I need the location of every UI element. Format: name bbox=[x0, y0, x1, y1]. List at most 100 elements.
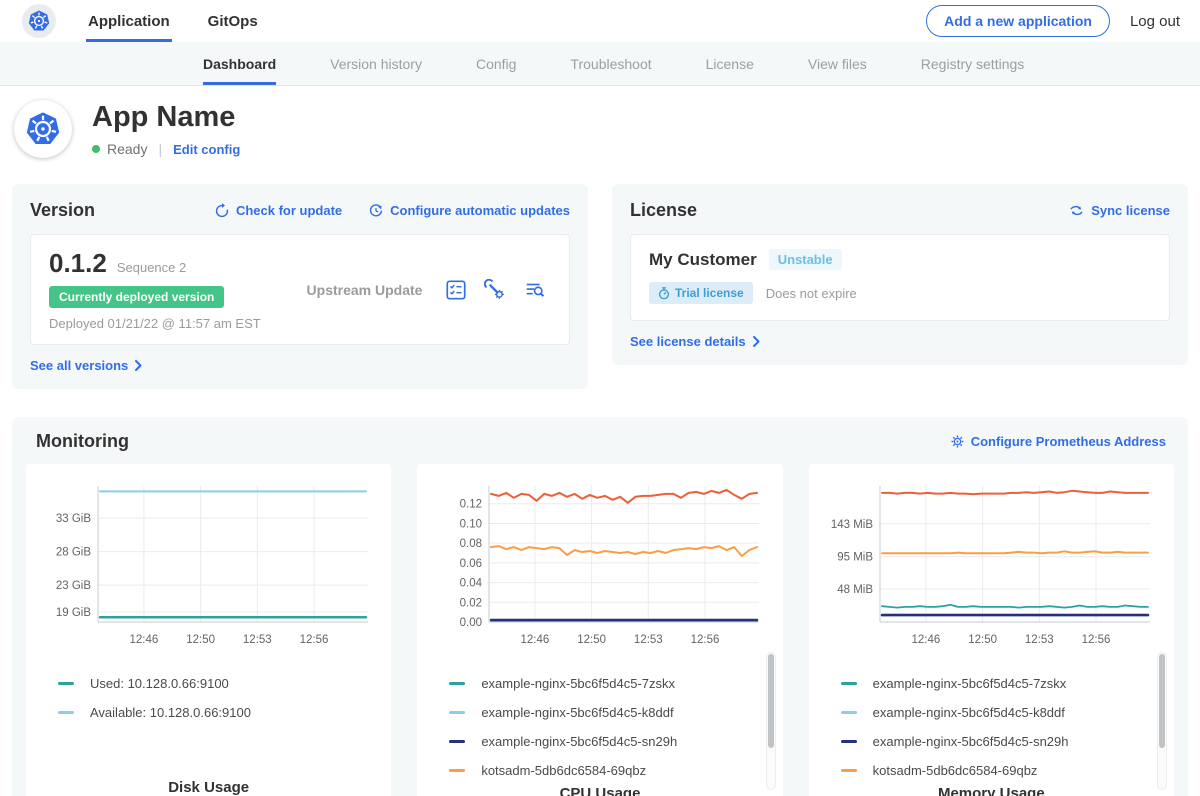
memory-usage-chart: 143 MiB95 MiB48 MiB12:4612:5012:5312:56 bbox=[822, 476, 1160, 657]
svg-text:12:56: 12:56 bbox=[691, 634, 720, 646]
add-application-button[interactable]: Add a new application bbox=[926, 5, 1110, 37]
legend-item: example-nginx-5bc6f5d4c5-k8ddf bbox=[841, 698, 1166, 727]
disk-usage-legend: Used: 10.128.0.66:9100 Available: 10.128.… bbox=[58, 669, 383, 727]
legend-label: Used: 10.128.0.66:9100 bbox=[90, 676, 229, 691]
chart-title: Disk Usage bbox=[34, 779, 383, 796]
legend-scrollbar[interactable] bbox=[1157, 652, 1167, 790]
disk-usage-chart-card: 33 GiB28 GiB23 GiB19 GiB12:4612:5012:531… bbox=[26, 464, 391, 796]
license-card-title: License bbox=[630, 200, 697, 221]
deployed-badge: Currently deployed version bbox=[49, 286, 224, 308]
svg-text:12:53: 12:53 bbox=[1025, 634, 1054, 646]
svg-text:143 MiB: 143 MiB bbox=[831, 519, 874, 531]
app-header: App Name Ready | Edit config bbox=[0, 86, 1200, 176]
scrollbar-thumb[interactable] bbox=[1159, 654, 1165, 748]
legend-item: example-nginx-5bc6f5d4c5-sn29h bbox=[449, 727, 774, 756]
subnav-tab-troubleshoot[interactable]: Troubleshoot bbox=[570, 42, 651, 85]
subnav-tab-license[interactable]: License bbox=[706, 42, 754, 85]
svg-text:0.02: 0.02 bbox=[460, 597, 482, 609]
version-card-title: Version bbox=[30, 200, 95, 221]
edit-config-link[interactable]: Edit config bbox=[173, 142, 240, 157]
preflight-checklist-icon[interactable] bbox=[445, 279, 467, 301]
see-all-versions-link[interactable]: See all versions bbox=[30, 358, 570, 373]
memory-usage-legend: example-nginx-5bc6f5d4c5-7zskx example-ng… bbox=[841, 669, 1166, 785]
legend-label: kotsadm-5db6dc6584-69qbz bbox=[481, 763, 646, 778]
subnav-tab-registry-settings[interactable]: Registry settings bbox=[921, 42, 1024, 85]
channel-badge: Unstable bbox=[769, 249, 842, 270]
legend-item: kotsadm-5db6dc6584-69qbz bbox=[449, 756, 774, 785]
customer-name: My Customer bbox=[649, 250, 757, 270]
svg-text:12:53: 12:53 bbox=[243, 634, 272, 646]
legend-item: example-nginx-5bc6f5d4c5-7zskx bbox=[841, 669, 1166, 698]
legend-color-dash bbox=[58, 682, 74, 685]
cpu-usage-chart-card: 0.120.100.080.060.040.020.0012:4612:5012… bbox=[417, 464, 782, 796]
monitoring-title: Monitoring bbox=[36, 431, 129, 452]
legend-color-dash bbox=[58, 711, 74, 714]
status-dot bbox=[92, 145, 100, 153]
legend-color-dash bbox=[449, 740, 465, 743]
config-wrench-gear-icon[interactable] bbox=[484, 279, 506, 301]
divider: | bbox=[158, 141, 162, 157]
scrollbar-thumb[interactable] bbox=[768, 654, 774, 748]
topnav-tab-application[interactable]: Application bbox=[86, 0, 172, 42]
stopwatch-icon bbox=[658, 287, 670, 300]
configure-prometheus-link[interactable]: Configure Prometheus Address bbox=[950, 434, 1166, 449]
legend-label: example-nginx-5bc6f5d4c5-k8ddf bbox=[481, 705, 673, 720]
legend-label: example-nginx-5bc6f5d4c5-sn29h bbox=[873, 734, 1069, 749]
chart-title: Memory Usage bbox=[817, 785, 1166, 796]
svg-text:12:50: 12:50 bbox=[186, 634, 215, 646]
svg-text:0.12: 0.12 bbox=[460, 499, 482, 511]
legend-label: example-nginx-5bc6f5d4c5-7zskx bbox=[873, 676, 1067, 691]
legend-item: Available: 10.128.0.66:9100 bbox=[58, 698, 383, 727]
svg-text:95 MiB: 95 MiB bbox=[838, 552, 874, 564]
svg-text:33 GiB: 33 GiB bbox=[55, 513, 90, 525]
version-card: Version Check for update bbox=[12, 184, 588, 389]
legend-label: kotsadm-5db6dc6584-69qbz bbox=[873, 763, 1038, 778]
auto-update-clock-icon bbox=[368, 203, 384, 219]
svg-text:0.04: 0.04 bbox=[460, 578, 483, 590]
legend-color-dash bbox=[449, 711, 465, 714]
sync-license-link[interactable]: Sync license bbox=[1068, 203, 1170, 218]
svg-text:12:46: 12:46 bbox=[912, 634, 941, 646]
legend-label: example-nginx-5bc6f5d4c5-k8ddf bbox=[873, 705, 1065, 720]
svg-text:0.08: 0.08 bbox=[460, 538, 482, 550]
refresh-icon bbox=[214, 203, 230, 219]
monitoring-section: Monitoring Configure Prometheus Address … bbox=[12, 417, 1188, 796]
configure-automatic-updates-link[interactable]: Configure automatic updates bbox=[368, 203, 570, 219]
chevron-right-icon bbox=[753, 336, 760, 347]
legend-scrollbar[interactable] bbox=[766, 652, 776, 790]
deploy-logs-search-icon[interactable] bbox=[523, 279, 547, 301]
legend-color-dash bbox=[841, 682, 857, 685]
svg-text:48 MiB: 48 MiB bbox=[838, 584, 874, 596]
see-license-details-link[interactable]: See license details bbox=[630, 334, 1170, 349]
topnav-tab-gitops[interactable]: GitOps bbox=[206, 0, 260, 42]
svg-text:12:46: 12:46 bbox=[129, 634, 158, 646]
status-text: Ready bbox=[107, 141, 147, 157]
sync-arrows-icon bbox=[1068, 203, 1085, 218]
disk-usage-chart: 33 GiB28 GiB23 GiB19 GiB12:4612:5012:531… bbox=[40, 476, 378, 657]
deployed-timestamp: Deployed 01/21/22 @ 11:57 am EST bbox=[49, 316, 284, 331]
svg-text:0.00: 0.00 bbox=[460, 617, 482, 629]
svg-text:12:53: 12:53 bbox=[634, 634, 663, 646]
legend-item: kotsadm-5db6dc6584-69qbz bbox=[841, 756, 1166, 785]
svg-text:12:46: 12:46 bbox=[520, 634, 549, 646]
topnav-tabs: Application GitOps bbox=[86, 0, 294, 42]
legend-item: example-nginx-5bc6f5d4c5-k8ddf bbox=[449, 698, 774, 727]
check-for-update-link[interactable]: Check for update bbox=[214, 203, 342, 219]
legend-item: Used: 10.128.0.66:9100 bbox=[58, 669, 383, 698]
svg-text:12:50: 12:50 bbox=[969, 634, 998, 646]
subnav-tab-view-files[interactable]: View files bbox=[808, 42, 867, 85]
subnav-tab-dashboard[interactable]: Dashboard bbox=[203, 42, 276, 85]
legend-label: example-nginx-5bc6f5d4c5-7zskx bbox=[481, 676, 675, 691]
chart-title: CPU Usage bbox=[425, 785, 774, 796]
legend-color-dash bbox=[449, 769, 465, 772]
legend-color-dash bbox=[449, 682, 465, 685]
memory-usage-chart-card: 143 MiB95 MiB48 MiB12:4612:5012:5312:56 … bbox=[809, 464, 1174, 796]
logout-button[interactable]: Log out bbox=[1130, 13, 1180, 30]
svg-text:12:56: 12:56 bbox=[299, 634, 328, 646]
subnav-tab-config[interactable]: Config bbox=[476, 42, 516, 85]
current-version-panel: 0.1.2 Sequence 2 Currently deployed vers… bbox=[30, 234, 570, 345]
page-title: App Name bbox=[92, 101, 240, 134]
kubernetes-wheel-icon bbox=[27, 9, 51, 33]
subnav-tab-version-history[interactable]: Version history bbox=[330, 42, 422, 85]
chevron-right-icon bbox=[135, 360, 142, 371]
